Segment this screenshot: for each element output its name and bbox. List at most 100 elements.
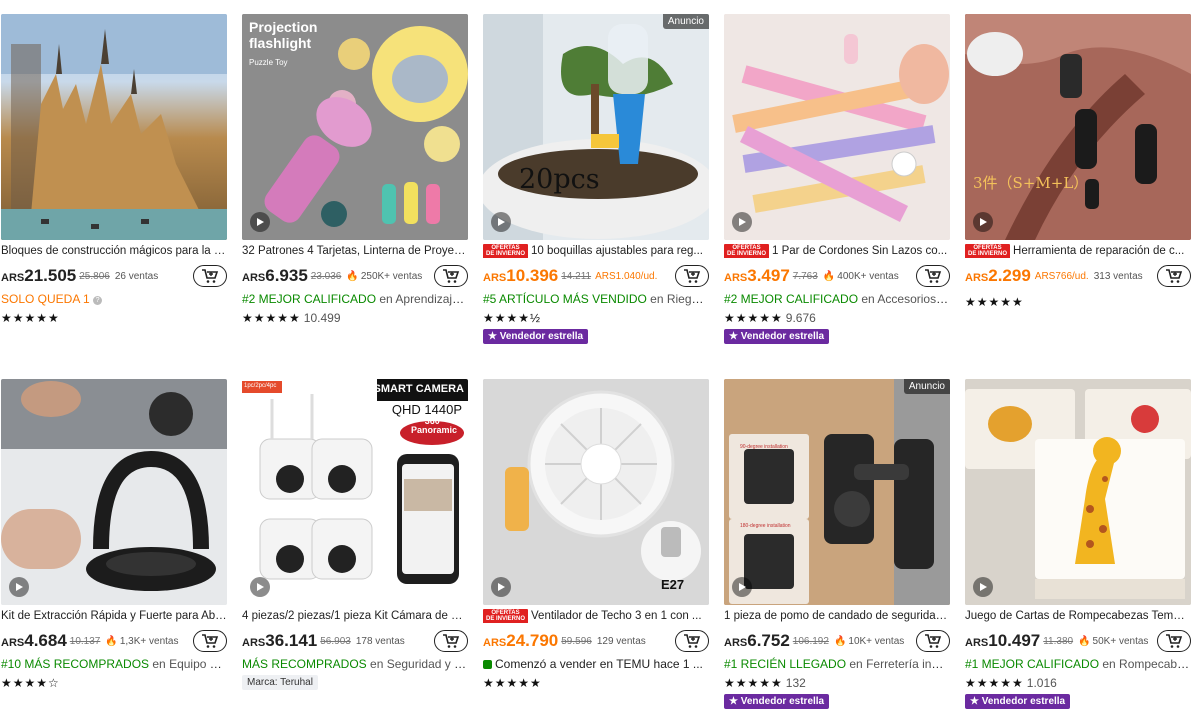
product-image[interactable] (965, 379, 1191, 605)
info-icon[interactable]: ? (93, 296, 103, 305)
unit-price: ARS766/ud. (1034, 270, 1089, 282)
sales-count: 178 ventas (355, 635, 405, 647)
sales-count: 🔥 50K+ ventas (1078, 635, 1149, 647)
product-card[interactable]: 20pcs Anuncio OFERTAS DE INVIERNO 10 boqui… (483, 14, 709, 344)
play-video-icon[interactable] (732, 577, 752, 597)
image-caption: 360° Panoramic (410, 416, 458, 435)
old-price: 11.380 (1043, 635, 1074, 647)
price-row: ARS21.505 25.806 26 ventas (1, 263, 227, 289)
price: ARS4.684 (1, 631, 67, 650)
add-to-cart-button[interactable] (675, 265, 709, 287)
add-to-cart-button[interactable] (916, 265, 950, 287)
product-card[interactable]: 90-degree installation 180-degree instal… (724, 379, 950, 709)
product-image[interactable]: 90-degree installation 180-degree instal… (724, 379, 950, 605)
play-video-icon[interactable] (491, 212, 511, 232)
ceiling-fan-illustration (483, 379, 709, 605)
product-image[interactable]: Projection flashlight Puzzle Toy (242, 14, 468, 240)
add-to-cart-button[interactable] (1157, 630, 1191, 652)
fire-icon: 🔥 (105, 635, 118, 647)
cart-icon (925, 269, 942, 283)
add-to-cart-button[interactable] (434, 630, 468, 652)
old-price: 59.596 (561, 635, 592, 647)
product-card[interactable]: Bloques de construcción mágicos para la … (1, 14, 227, 326)
winter-sale-badge: OFERTAS DE INVIERNO (483, 609, 529, 623)
play-video-icon[interactable] (250, 577, 270, 597)
price-row: ARS10.396 14.211 ARS1.040/ud. (483, 263, 709, 289)
ranking-tag[interactable]: MÁS RECOMPRADOS en Seguridad y vi... (242, 656, 468, 672)
product-image[interactable]: E27 (483, 379, 709, 605)
add-to-cart-button[interactable] (1157, 265, 1191, 287)
product-title[interactable]: 32 Patrones 4 Tarjetas, Linterna de Proy… (242, 244, 468, 258)
add-to-cart-button[interactable] (434, 265, 468, 287)
old-price: 14.211 (561, 270, 592, 282)
rating-stars: ★★★★½ (483, 311, 542, 325)
price-row: ARS6.935 23.036 🔥 250K+ ventas (242, 263, 468, 289)
product-card[interactable]: SMART CAMERA QHD 1440P 360° Panoramic 1pc… (242, 379, 468, 690)
ranking-tag[interactable]: #1 MEJOR CALIFICADO en Rompecabez... (965, 656, 1191, 672)
cart-icon (1166, 269, 1183, 283)
product-image[interactable]: 3件（S+M+L） (965, 14, 1191, 240)
image-caption: 1pc/2pc/4pc (244, 383, 277, 389)
ranking-tag[interactable]: #2 MEJOR CALIFICADO en Aprendizaje ... (242, 291, 468, 307)
sales-count: 🔥 250K+ ventas (346, 270, 423, 282)
image-caption: 180-degree installation (740, 523, 791, 529)
price: ARS10.497 (965, 631, 1041, 650)
product-card[interactable]: E27 OFERTAS DE INVIERNO Ventilador de Tech… (483, 379, 709, 691)
price-row: ARS3.497 7.763 🔥 400K+ ventas (724, 263, 950, 289)
add-to-cart-button[interactable] (193, 265, 227, 287)
play-video-icon[interactable] (973, 577, 993, 597)
product-title[interactable]: OFERTAS DE INVIERNO 10 boquillas ajustable… (483, 244, 709, 258)
add-to-cart-button[interactable] (916, 630, 950, 652)
star-seller-badge: ★ Vendedor estrella (483, 329, 589, 344)
product-title[interactable]: OFERTAS DE INVIERNO Ventilador de Techo 3 … (483, 609, 709, 623)
product-title[interactable]: 1 pieza de pomo de candado de seguridad.… (724, 609, 950, 623)
play-video-icon[interactable] (491, 577, 511, 597)
product-title[interactable]: 4 piezas/2 piezas/1 pieza Kit Cámara de … (242, 609, 468, 623)
old-price: 23.036 (310, 270, 342, 282)
sales-count: 🔥 1,3K+ ventas (105, 635, 179, 647)
product-image[interactable] (1, 379, 227, 605)
product-title[interactable]: Bloques de construcción mágicos para la … (1, 244, 227, 258)
product-card[interactable]: 3件（S+M+L） OFERTAS DE INVIERNO Herramienta … (965, 14, 1191, 310)
image-caption: SMART CAMERA (373, 383, 464, 395)
product-image[interactable] (724, 14, 950, 240)
sales-count: 313 ventas (1093, 270, 1143, 282)
fire-icon: 🔥 (833, 635, 847, 647)
ranking-tag[interactable]: #2 MEJOR CALIFICADO en Accesorios p... (724, 291, 950, 307)
price-row: ARS10.497 11.380 🔥 50K+ ventas (965, 628, 1191, 654)
rating-stars: ★★★★★ 132 (724, 676, 806, 690)
image-caption: Projection flashlight Puzzle Toy (249, 19, 318, 67)
ranking-tag[interactable]: #10 MÁS RECOMPRADOS en Equipo de... (1, 656, 227, 672)
play-video-icon[interactable] (732, 212, 752, 232)
winter-sale-badge: OFERTAS DE INVIERNO (724, 244, 770, 258)
ad-label: Anuncio (903, 379, 950, 394)
product-title[interactable]: OFERTAS DE INVIERNO Herramienta de reparac… (965, 244, 1191, 258)
product-card[interactable]: OFERTAS DE INVIERNO 1 Par de Cordones Sin … (724, 14, 950, 344)
product-card[interactable]: Kit de Extracción Rápida y Fuerte para A… (1, 379, 227, 691)
price-row: ARS24.790 59.596 129 ventas (483, 628, 709, 654)
price: ARS6.752 (724, 631, 790, 650)
price: ARS10.396 (483, 266, 559, 285)
product-title[interactable]: Juego de Cartas de Rompecabezas Temátic.… (965, 609, 1191, 623)
product-title[interactable]: Kit de Extracción Rápida y Fuerte para A… (1, 609, 227, 623)
add-to-cart-button[interactable] (675, 630, 709, 652)
product-image[interactable]: SMART CAMERA QHD 1440P 360° Panoramic 1pc… (242, 379, 468, 605)
product-image[interactable]: 20pcs Anuncio (483, 14, 709, 240)
fire-icon: 🔥 (346, 270, 359, 282)
cart-icon (1166, 634, 1183, 648)
product-card[interactable]: Juego de Cartas de Rompecabezas Temátic.… (965, 379, 1191, 709)
brand-badge[interactable]: Marca: Teruhal (242, 675, 318, 690)
latch-illustration (724, 379, 950, 605)
play-video-icon[interactable] (9, 577, 29, 597)
price: ARS2.299 (965, 266, 1031, 285)
cart-icon (443, 634, 460, 648)
add-to-cart-button[interactable] (193, 630, 227, 652)
winter-sale-badge: OFERTAS DE INVIERNO (965, 244, 1011, 258)
product-card[interactable]: Projection flashlight Puzzle Toy 32 Patro… (242, 14, 468, 326)
ranking-tag[interactable]: #5 ARTÍCULO MÁS VENDIDO en Riego ... (483, 291, 709, 307)
product-image[interactable] (1, 14, 227, 240)
play-video-icon[interactable] (973, 212, 993, 232)
play-video-icon[interactable] (250, 212, 270, 232)
ranking-tag[interactable]: #1 RECIÉN LLEGADO en Ferretería indu... (724, 656, 950, 672)
product-title[interactable]: OFERTAS DE INVIERNO 1 Par de Cordones Sin … (724, 244, 950, 258)
